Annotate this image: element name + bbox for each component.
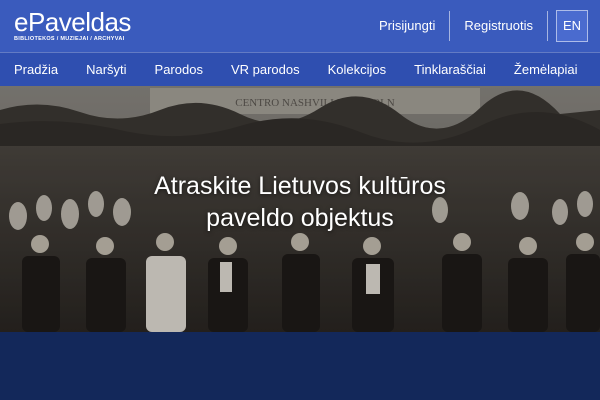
nav-item-pradzia[interactable]: Pradžia	[14, 62, 58, 77]
register-link[interactable]: Registruotis	[450, 11, 547, 41]
nav-list: Pradžia Naršyti Parodos VR parodos Kolek…	[0, 53, 600, 86]
logo-tagline: BIBLIOTEKOS / MUZIEJAI / ARCHYVAI	[14, 36, 125, 42]
nav-item-zemelapiai[interactable]: Žemėlapiai	[514, 62, 578, 77]
hero-title: Atraskite Lietuvos kultūros paveldo obje…	[0, 170, 600, 234]
language-switch-button[interactable]: EN	[556, 10, 588, 42]
top-header: ePaveldas BIBLIOTEKOS / MUZIEJAI / ARCHY…	[0, 0, 600, 52]
epaveldas-logo[interactable]: ePaveldas BIBLIOTEKOS / MUZIEJAI / ARCHY…	[14, 9, 131, 42]
logo-name: ePaveldas	[14, 7, 131, 37]
nav-item-vr-parodos[interactable]: VR parodos	[231, 62, 300, 77]
header-actions: Prisijungti Registruotis EN	[365, 0, 600, 52]
nav-item-narsyti[interactable]: Naršyti	[86, 62, 126, 77]
hero-title-line-1: Atraskite Lietuvos kultūros	[154, 172, 446, 200]
main-nav: Pradžia Naršyti Parodos VR parodos Kolek…	[0, 52, 600, 86]
header-divider	[547, 11, 548, 41]
nav-item-parodos[interactable]: Parodos	[155, 62, 203, 77]
nav-item-tinklarasciai[interactable]: Tinklaraščiai	[414, 62, 486, 77]
nav-item-kolekcijos[interactable]: Kolekcijos	[328, 62, 387, 77]
content-area	[0, 332, 600, 400]
hero-banner: CENTRO NASHVILLE LINCOLN Atraskite Lietu…	[0, 86, 600, 332]
hero-title-line-2: paveldo objektus	[206, 204, 394, 232]
login-link[interactable]: Prisijungti	[365, 11, 449, 41]
